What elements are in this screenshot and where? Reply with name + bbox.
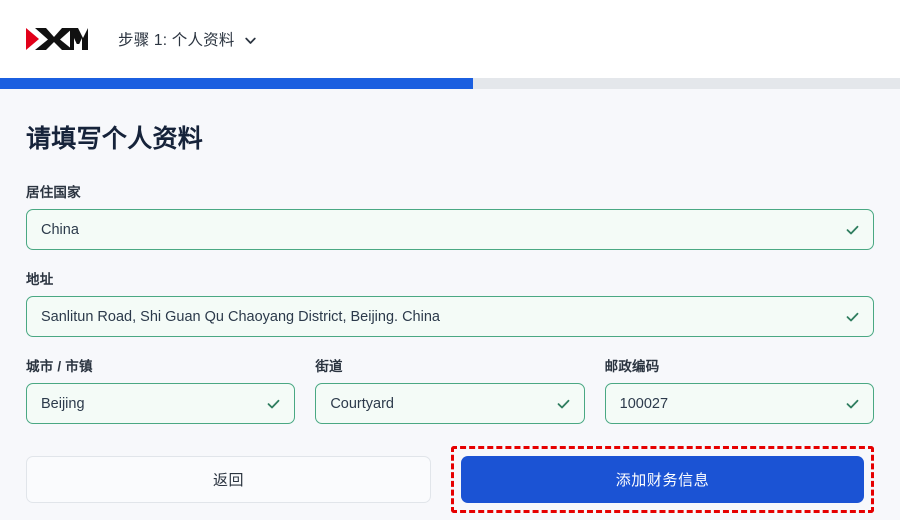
street-value: Courtyard: [330, 395, 394, 412]
chevron-down-icon[interactable]: [244, 34, 257, 47]
submit-button-highlight: 添加财务信息: [451, 446, 874, 513]
back-button[interactable]: 返回: [26, 456, 431, 503]
field-label-street: 街道: [315, 359, 343, 374]
check-icon: [266, 396, 281, 411]
address-value: Sanlitun Road, Shi Guan Qu Chaoyang Dist…: [41, 308, 440, 325]
xm-logo: [26, 22, 88, 56]
field-label-city: 城市 / 市镇: [26, 359, 93, 374]
field-postal-code: 邮政编码 100027: [604, 355, 874, 424]
onboarding-progress-bar: [0, 78, 900, 89]
app-header: 步骤 1: 个人资料: [0, 0, 900, 78]
field-street: 街道 Courtyard: [315, 355, 585, 424]
check-icon: [845, 222, 860, 237]
onboarding-progress-fill: [0, 78, 473, 89]
check-icon: [845, 309, 860, 324]
check-icon: [556, 396, 571, 411]
city-input[interactable]: Beijing: [26, 383, 296, 424]
page-title: 请填写个人资料: [26, 125, 204, 153]
address-detail-row: 城市 / 市镇 Beijing 街道 Courtyard 邮政编码 100027: [26, 355, 874, 424]
form-actions: 返回 添加财务信息: [26, 446, 874, 513]
postal-code-value: 100027: [619, 395, 669, 412]
address-input[interactable]: Sanlitun Road, Shi Guan Qu Chaoyang Dist…: [26, 296, 874, 337]
step-selector-label: 步骤 1: 个人资料: [118, 32, 235, 49]
add-financial-info-button[interactable]: 添加财务信息: [461, 456, 864, 503]
country-of-residence-input[interactable]: China: [26, 209, 874, 250]
check-icon: [845, 396, 860, 411]
field-label-address: 地址: [26, 272, 54, 287]
field-address: 地址 Sanlitun Road, Shi Guan Qu Chaoyang D…: [26, 268, 874, 337]
field-country-of-residence: 居住国家 China: [26, 181, 874, 250]
step-selector[interactable]: 步骤 1: 个人资料: [116, 24, 259, 54]
field-label-postal-code: 邮政编码: [604, 359, 660, 374]
field-label-country-of-residence: 居住国家: [26, 185, 81, 200]
postal-code-input[interactable]: 100027: [604, 383, 874, 424]
city-value: Beijing: [41, 395, 85, 412]
street-input[interactable]: Courtyard: [315, 383, 585, 424]
main-content: 请填写个人资料 居住国家 China 地址 Sanlitun Road, Shi…: [0, 89, 900, 520]
country-of-residence-value: China: [41, 221, 79, 238]
field-city: 城市 / 市镇 Beijing: [26, 355, 296, 424]
